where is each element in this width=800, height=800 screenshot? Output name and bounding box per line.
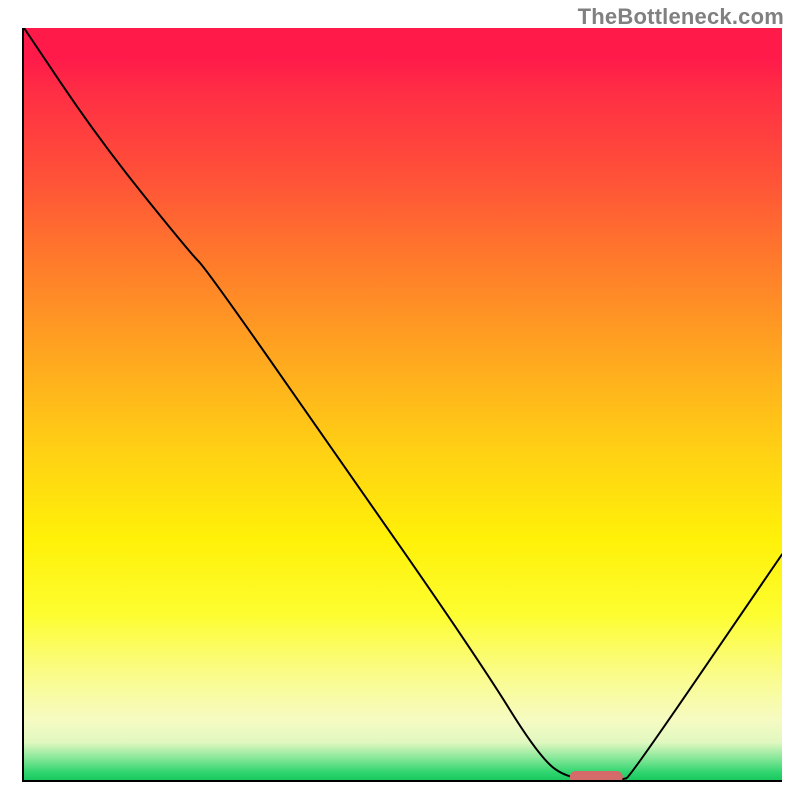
chart-svg bbox=[24, 28, 782, 780]
chart-area bbox=[22, 28, 782, 782]
optimum-marker bbox=[570, 771, 623, 780]
bottleneck-curve bbox=[24, 28, 782, 780]
watermark-text: TheBottleneck.com bbox=[578, 4, 784, 30]
